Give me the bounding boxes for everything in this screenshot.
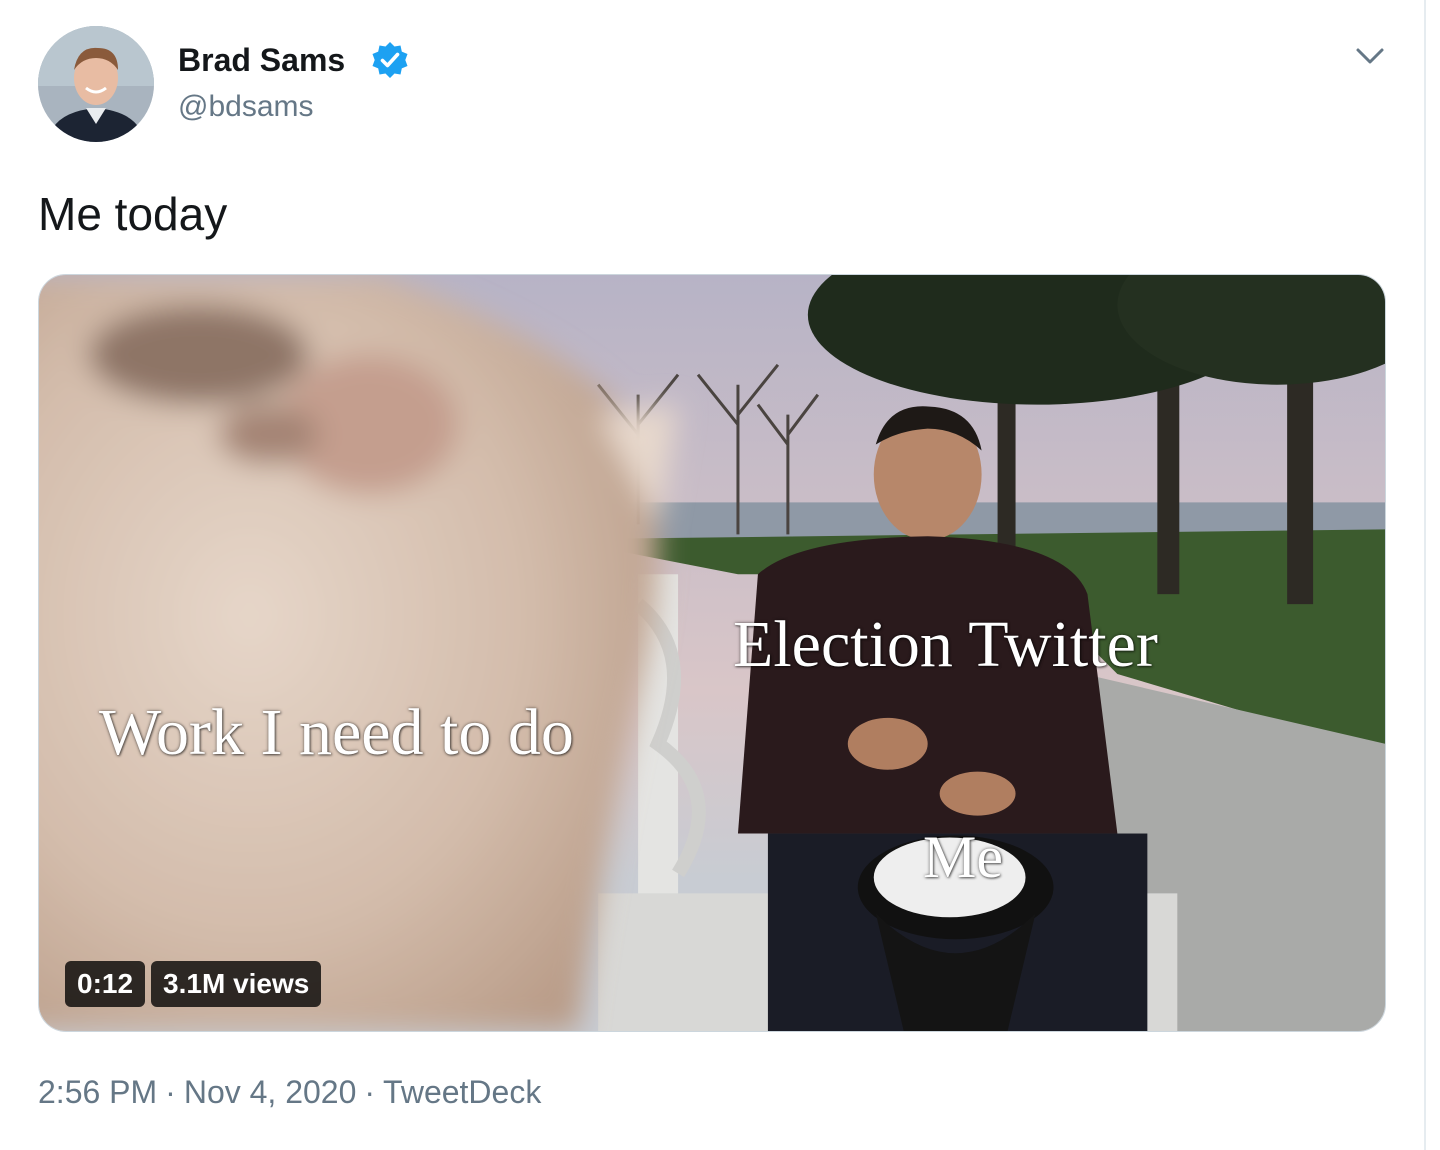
meta-separator: · xyxy=(165,1074,176,1110)
meme-label-election: Election Twitter xyxy=(733,608,1158,681)
meme-label-me: Me xyxy=(923,824,1003,890)
tweet-text: Me today xyxy=(38,188,228,240)
avatar[interactable] xyxy=(38,26,154,142)
tweet-time[interactable]: 2:56 PM xyxy=(38,1074,157,1110)
view-count: 3.1M views xyxy=(151,961,322,1007)
author-name[interactable]: Brad Sams xyxy=(178,40,345,80)
video-badges: 0:12 3.1M views xyxy=(65,961,322,1007)
meta-separator: · xyxy=(364,1074,376,1110)
verified-badge-icon xyxy=(370,40,410,80)
video-player[interactable]: Work I need to do Election Twitter Me 0:… xyxy=(38,274,1386,1032)
tweet-date[interactable]: Nov 4, 2020 xyxy=(184,1074,357,1110)
tweet-meta: 2:56 PM · Nov 4, 2020 · TweetDeck xyxy=(38,1072,541,1112)
tweet-card: Brad Sams @bdsams Me today Work I need t… xyxy=(0,0,1426,1150)
meme-label-work: Work I need to do xyxy=(99,696,574,769)
tweet-source[interactable]: TweetDeck xyxy=(383,1074,541,1110)
author-handle[interactable]: @bdsams xyxy=(178,88,314,126)
chevron-down-icon[interactable] xyxy=(1350,36,1390,76)
video-duration: 0:12 xyxy=(65,961,146,1007)
video-frame xyxy=(39,275,1385,1031)
